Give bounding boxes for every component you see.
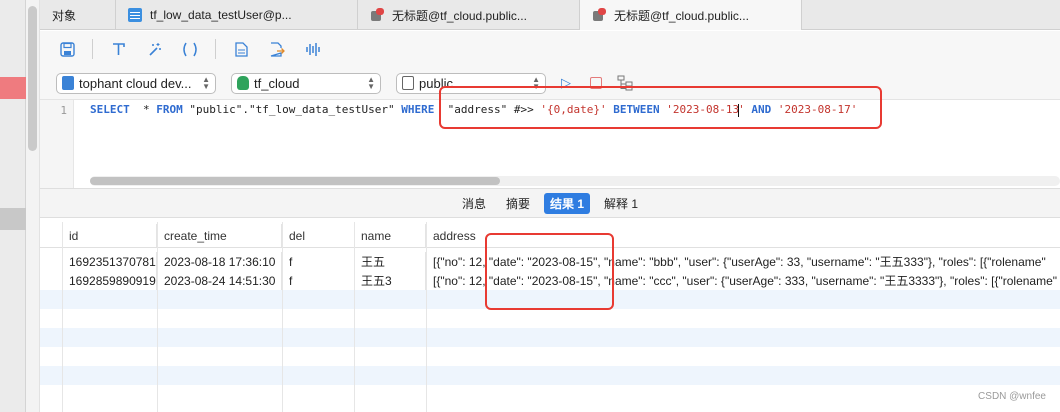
query-icon xyxy=(592,8,606,22)
cell-name[interactable]: 王五 xyxy=(354,252,426,271)
table-row[interactable]: 1692351370781 2023-08-18 17:36:10 f 王五 [… xyxy=(40,252,1060,271)
connection-selector-row: tophant cloud dev... ▲ ▼ tf_cloud ▲ ▼ publ… xyxy=(40,67,1060,99)
database-select[interactable]: tf_cloud ▲ ▼ xyxy=(231,72,381,94)
tab-explain-1[interactable]: 解释 1 xyxy=(598,193,644,214)
empty-row xyxy=(40,328,1060,347)
gutter-marker-red xyxy=(0,77,26,99)
empty-row xyxy=(40,347,1060,366)
sql-editor[interactable]: 1 SELECT * FROM "public"."tf_low_data_te… xyxy=(40,99,1060,189)
line-number: 1 xyxy=(40,100,74,189)
schema-value: public xyxy=(419,75,453,91)
empty-row xyxy=(40,385,1060,404)
sql-date-quote: ' xyxy=(738,103,745,116)
connection-value: tophant cloud dev... xyxy=(79,75,192,91)
tab-bar: 对象 tf_low_data_testUser@p... 无标题@tf_clou… xyxy=(40,0,1060,30)
cell-id[interactable]: 1692859890919 xyxy=(62,271,157,290)
sql-json-path: '{0,date}' xyxy=(540,103,607,116)
schema-select[interactable]: public ▲ ▼ xyxy=(396,72,546,94)
save-icon[interactable] xyxy=(56,38,78,60)
chevron-updown-icon: ▲ ▼ xyxy=(532,74,540,91)
table-icon xyxy=(128,8,142,22)
format-icon[interactable] xyxy=(107,38,129,60)
explain-icon[interactable] xyxy=(617,75,633,91)
postgres-icon xyxy=(62,76,74,90)
tab-label: 无标题@tf_cloud.public... xyxy=(392,8,527,23)
grid-divider xyxy=(157,222,158,412)
sql-keyword: SELECT xyxy=(90,103,130,116)
result-grid: id create_time del name address 16923513… xyxy=(40,222,1060,412)
left-gutter xyxy=(0,0,26,412)
sql-date-start: '2023-08-13 xyxy=(666,103,740,116)
vertical-scrollbar[interactable] xyxy=(28,6,37,151)
editor-toolbar xyxy=(40,31,1060,67)
cell-del[interactable]: f xyxy=(282,271,355,290)
stop-icon[interactable] xyxy=(590,77,602,89)
watermark: CSDN @wnfee xyxy=(978,391,1046,402)
toolbar-divider xyxy=(92,39,93,59)
waveform-icon[interactable] xyxy=(302,38,324,60)
cell-create-time[interactable]: 2023-08-24 14:51:30 xyxy=(157,271,282,290)
schema-icon xyxy=(402,76,414,90)
sql-keyword: AND xyxy=(751,103,772,116)
tab-label: 对象 xyxy=(52,8,77,23)
query-icon xyxy=(370,8,384,22)
tab-query-1[interactable]: 无标题@tf_cloud.public... xyxy=(358,0,580,30)
sql-query-text[interactable]: SELECT * FROM "public"."tf_low_data_test… xyxy=(90,103,857,117)
empty-row xyxy=(40,309,1060,328)
cell-address[interactable]: [{"no": 12, "date": "2023-08-15", "name"… xyxy=(426,271,1060,290)
cell-name[interactable]: 王五3 xyxy=(354,271,426,290)
sql-keyword: WHERE xyxy=(401,103,435,116)
horizontal-scrollbar[interactable] xyxy=(90,177,500,185)
table-row[interactable]: 1692859890919 2023-08-24 14:51:30 f 王五3 … xyxy=(40,271,1060,290)
tab-summary[interactable]: 摘要 xyxy=(500,193,536,214)
sql-keyword: BETWEEN xyxy=(613,103,660,116)
grid-header-row: id create_time del name address xyxy=(40,224,1060,248)
empty-row xyxy=(40,366,1060,385)
tab-messages[interactable]: 消息 xyxy=(456,193,492,214)
toolbar-divider xyxy=(215,39,216,59)
connection-select[interactable]: tophant cloud dev... ▲ ▼ xyxy=(56,72,216,94)
empty-row xyxy=(40,290,1060,309)
column-header-address[interactable]: address xyxy=(426,224,1060,247)
database-icon xyxy=(237,76,249,90)
database-value: tf_cloud xyxy=(254,75,300,91)
cell-create-time[interactable]: 2023-08-18 17:36:10 xyxy=(157,252,282,271)
parentheses-icon[interactable] xyxy=(179,38,201,60)
column-header-name[interactable]: name xyxy=(354,224,426,247)
tab-label: 无标题@tf_cloud.public... xyxy=(614,8,749,23)
document-icon[interactable] xyxy=(230,38,252,60)
grid-divider xyxy=(354,222,355,412)
magic-wand-icon[interactable] xyxy=(143,38,165,60)
tab-result-1[interactable]: 结果 1 xyxy=(544,192,591,214)
sql-token: * xyxy=(129,103,157,116)
gutter-marker-gray xyxy=(0,208,26,230)
tab-query-2[interactable]: 无标题@tf_cloud.public... xyxy=(580,0,802,30)
export-icon[interactable] xyxy=(266,38,288,60)
grid-divider xyxy=(426,222,427,412)
tab-objects[interactable]: 对象 xyxy=(40,0,116,30)
result-tabs: 消息 摘要 结果 1 解释 1 xyxy=(40,188,1060,218)
sql-keyword: FROM xyxy=(156,103,183,116)
chevron-updown-icon: ▲ ▼ xyxy=(202,74,210,91)
sql-column: "address" #>> xyxy=(434,103,541,116)
sql-date-end: '2023-08-17' xyxy=(777,103,858,116)
cell-address[interactable]: [{"no": 12, "date": "2023-08-15", "name"… xyxy=(426,252,1060,271)
column-header-id[interactable]: id xyxy=(62,224,157,247)
column-header-create-time[interactable]: create_time xyxy=(157,224,282,247)
tab-label: tf_low_data_testUser@p... xyxy=(150,8,292,22)
grid-divider xyxy=(282,222,283,412)
cell-del[interactable]: f xyxy=(282,252,355,271)
column-header-del[interactable]: del xyxy=(282,224,355,247)
tab-table-testuser[interactable]: tf_low_data_testUser@p... xyxy=(116,0,358,30)
run-icon[interactable]: ▷ xyxy=(561,75,575,91)
sql-table-name: "public"."tf_low_data_testUser" xyxy=(182,103,402,116)
grid-divider xyxy=(62,222,63,412)
cell-id[interactable]: 1692351370781 xyxy=(62,252,157,271)
chevron-updown-icon: ▲ ▼ xyxy=(367,74,375,91)
